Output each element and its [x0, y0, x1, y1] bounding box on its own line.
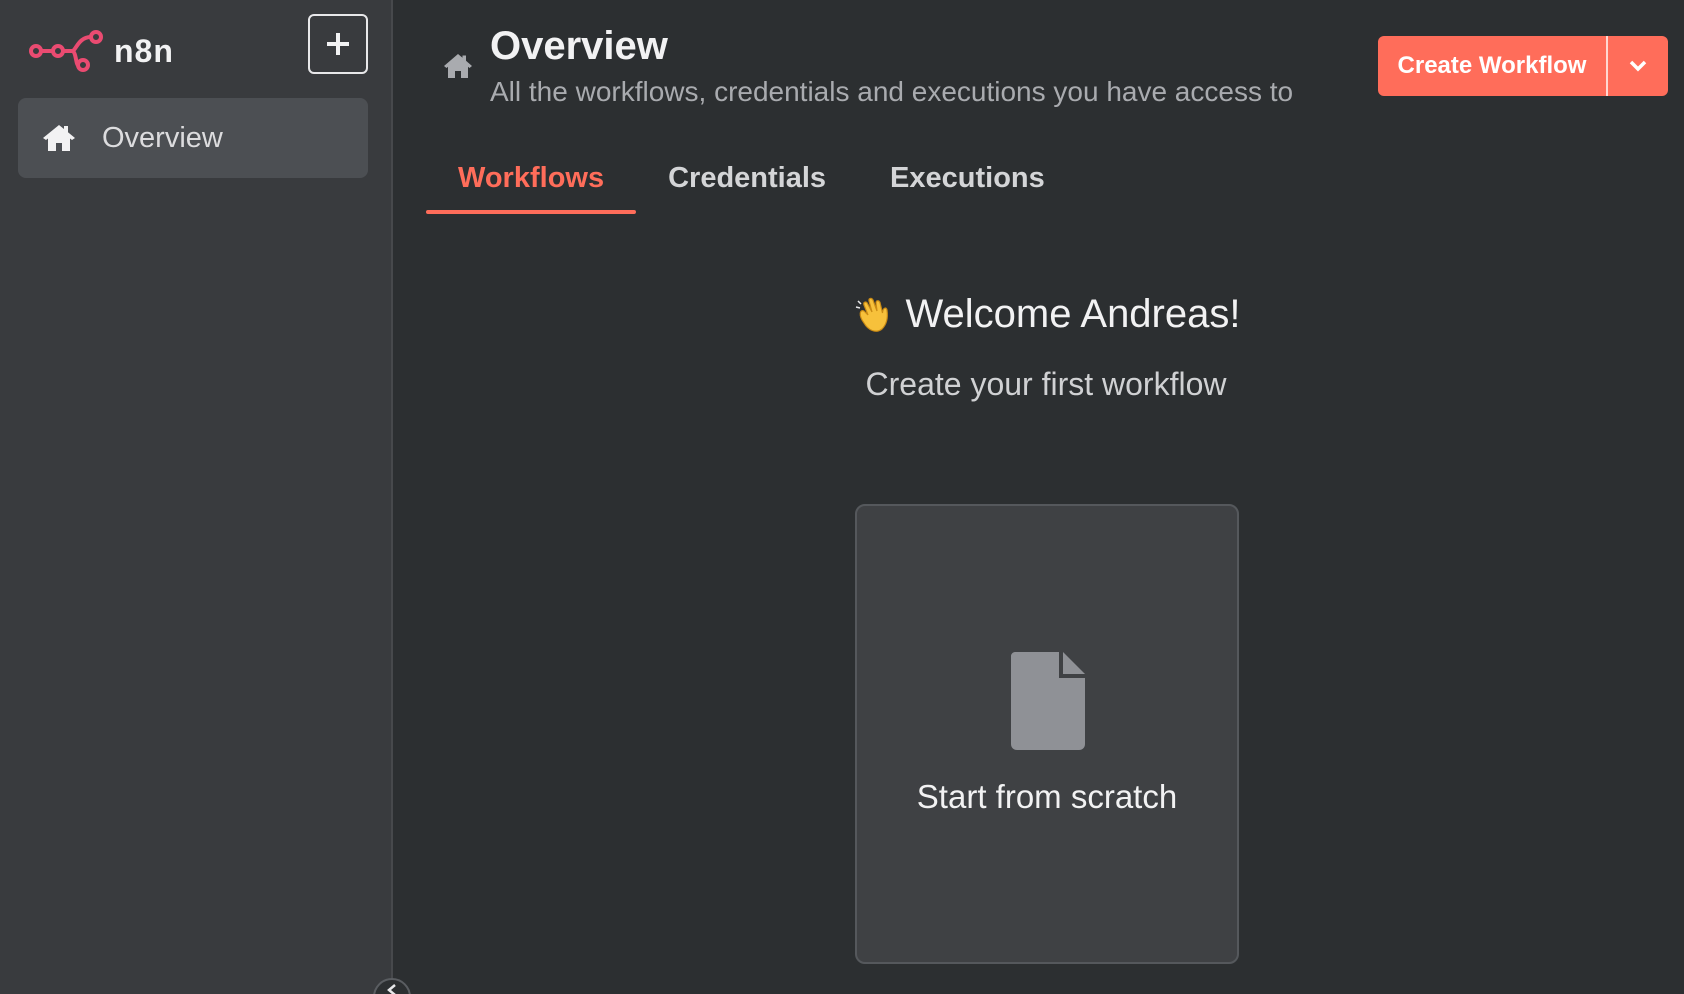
plus-icon — [327, 33, 349, 55]
page-subtitle: All the workflows, credentials and execu… — [490, 76, 1294, 107]
tab-credentials[interactable]: Credentials — [636, 150, 858, 214]
create-workflow-dropdown-button[interactable] — [1608, 36, 1668, 96]
create-workflow-button[interactable]: Create Workflow — [1378, 36, 1608, 96]
tab-executions[interactable]: Executions — [858, 150, 1077, 214]
tabs: Workflows Credentials Executions — [426, 150, 1077, 214]
waving-hand-icon — [855, 297, 888, 332]
n8n-logo-icon — [29, 30, 103, 72]
chevron-left-icon — [387, 984, 396, 994]
sidebar-item-overview[interactable]: Overview — [18, 98, 368, 178]
chevron-down-icon — [1629, 60, 1647, 72]
page-title: Overview — [490, 24, 668, 68]
welcome-heading: Welcome Andreas! — [846, 292, 1246, 337]
sidebar-item-label: Overview — [102, 121, 223, 154]
logo[interactable]: n8n — [28, 28, 174, 74]
brand-name: n8n — [114, 32, 174, 69]
welcome-subtitle: Create your first workflow — [865, 366, 1227, 402]
create-workflow-group: Create Workflow — [1378, 36, 1668, 96]
collapse-sidebar-button[interactable] — [373, 978, 411, 994]
sidebar: n8n Overview — [0, 0, 411, 994]
tab-workflows[interactable]: Workflows — [426, 150, 637, 214]
app-root: n8n Overview Overview All the workflows,… — [0, 0, 1684, 994]
add-button[interactable] — [308, 14, 368, 74]
home-icon — [444, 54, 472, 78]
start-from-scratch-card[interactable]: Start from scratch — [855, 504, 1239, 964]
home-icon — [43, 125, 75, 151]
file-icon — [1011, 652, 1085, 750]
welcome-title: Welcome Andreas! — [905, 292, 1241, 336]
card-label: Start from scratch — [916, 778, 1178, 815]
